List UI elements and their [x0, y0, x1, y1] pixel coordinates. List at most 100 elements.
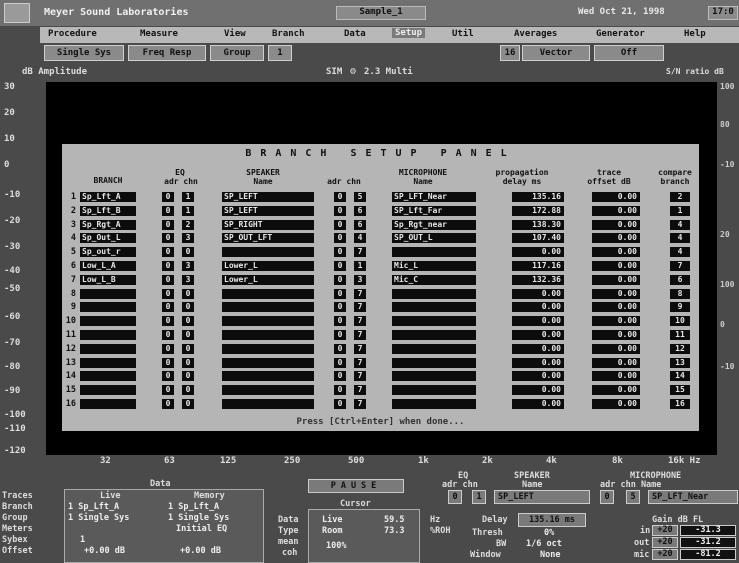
compare-cell[interactable]: 4: [670, 219, 690, 230]
eq-chn-cell[interactable]: 0: [182, 385, 194, 396]
delay-cell[interactable]: 0.00: [512, 357, 564, 368]
group-button[interactable]: Group: [210, 45, 264, 61]
mic-adr-cell[interactable]: 0: [334, 274, 346, 285]
menu-view[interactable]: View: [224, 29, 246, 39]
eq-adr-cell[interactable]: 0: [162, 233, 174, 244]
menu-averages[interactable]: Averages: [514, 29, 557, 39]
branch-name-cell[interactable]: Sp_Rgt_A: [80, 219, 136, 230]
branch-name-cell[interactable]: [80, 330, 136, 340]
eq-adr-cell[interactable]: 0: [162, 316, 174, 327]
vector-number[interactable]: 16: [500, 45, 520, 61]
mic-chn-cell[interactable]: 7: [354, 343, 366, 354]
delay-cell[interactable]: 0.00: [512, 343, 564, 354]
offset-cell[interactable]: 0.00: [592, 288, 640, 299]
mic-adr-cell[interactable]: 0: [334, 205, 346, 216]
eq-chn-cell[interactable]: 0: [182, 288, 194, 299]
speaker-name-cell[interactable]: [222, 357, 314, 368]
menu-branch[interactable]: Branch: [272, 29, 305, 39]
mic-name-cell[interactable]: [392, 371, 476, 382]
mic-name-cell[interactable]: [392, 302, 476, 313]
offset-cell[interactable]: 0.00: [592, 371, 640, 382]
delay-cell[interactable]: 0.00: [512, 288, 564, 299]
memory-offset[interactable]: +0.00 dB: [180, 546, 221, 556]
mic-name-cell[interactable]: SP_LFT_Near: [392, 192, 476, 202]
mic-chn[interactable]: 5: [626, 490, 640, 504]
mic-name-cell[interactable]: Mic_C: [392, 274, 476, 285]
offset-cell[interactable]: 0.00: [592, 219, 640, 230]
delay-cell[interactable]: 0.00: [512, 371, 564, 382]
mic-adr-cell[interactable]: 0: [334, 343, 346, 354]
eq-adr-cell[interactable]: 0: [162, 302, 174, 313]
delay-cell[interactable]: 0.00: [512, 302, 564, 313]
compare-cell[interactable]: 4: [670, 247, 690, 258]
eq-adr-cell[interactable]: 0: [162, 371, 174, 382]
memory-group[interactable]: 1 Single Sys: [168, 513, 229, 523]
eq-adr-cell[interactable]: 0: [162, 192, 174, 202]
eq-chn-cell[interactable]: 0: [182, 247, 194, 258]
delay-cell[interactable]: 117.16: [512, 261, 564, 271]
mic-chn-cell[interactable]: 7: [354, 371, 366, 382]
menu-measure[interactable]: Measure: [140, 29, 178, 39]
compare-cell[interactable]: 16: [670, 399, 690, 409]
mic-chn-cell[interactable]: 7: [354, 288, 366, 299]
offset-cell[interactable]: 0.00: [592, 192, 640, 202]
compare-cell[interactable]: 2: [670, 192, 690, 202]
offset-cell[interactable]: 0.00: [592, 316, 640, 327]
mic-name[interactable]: SP_LFT_Near: [648, 490, 738, 504]
mic-name-cell[interactable]: SP_OUT_L: [392, 233, 476, 244]
branch-name-cell[interactable]: Sp_out_r: [80, 247, 136, 258]
mic-chn-cell[interactable]: 1: [354, 261, 366, 271]
eq-adr-cell[interactable]: 0: [162, 261, 174, 271]
compare-cell[interactable]: 12: [670, 343, 690, 354]
mic-chn-cell[interactable]: 7: [354, 330, 366, 340]
offset-cell[interactable]: 0.00: [592, 399, 640, 409]
mic-adr-cell[interactable]: 0: [334, 247, 346, 258]
offset-cell[interactable]: 0.00: [592, 357, 640, 368]
menu-util[interactable]: Util: [452, 29, 474, 39]
delay-value[interactable]: 135.16 ms: [518, 513, 586, 527]
eq-chn-cell[interactable]: 0: [182, 302, 194, 313]
eq-adr[interactable]: 0: [448, 490, 462, 504]
eq-adr-cell[interactable]: 0: [162, 330, 174, 340]
mic-adr-cell[interactable]: 0: [334, 288, 346, 299]
mic-name-cell[interactable]: Mic_L: [392, 261, 476, 271]
eq-adr-cell[interactable]: 0: [162, 205, 174, 216]
eq-chn-cell[interactable]: 3: [182, 261, 194, 271]
eq-chn[interactable]: 1: [472, 490, 486, 504]
menu-help[interactable]: Help: [684, 29, 706, 39]
mic-name-cell[interactable]: [392, 343, 476, 354]
branch-name-cell[interactable]: Sp_Out_L: [80, 233, 136, 244]
mic-adr-cell[interactable]: 0: [334, 371, 346, 382]
offset-cell[interactable]: 0.00: [592, 233, 640, 244]
compare-cell[interactable]: 11: [670, 330, 690, 340]
speaker-name-cell[interactable]: [222, 343, 314, 354]
speaker-name-cell[interactable]: [222, 247, 314, 258]
speaker-name-cell[interactable]: Lower_L: [222, 274, 314, 285]
branch-name-cell[interactable]: [80, 371, 136, 382]
live-group[interactable]: 1 Single Sys: [68, 513, 129, 523]
delay-cell[interactable]: 0.00: [512, 399, 564, 409]
speaker-name[interactable]: SP_LEFT: [494, 490, 590, 504]
mic-chn-cell[interactable]: 7: [354, 247, 366, 258]
mic-name-cell[interactable]: Sp_Rgt_near: [392, 219, 476, 230]
speaker-name-cell[interactable]: [222, 385, 314, 396]
branch-name-cell[interactable]: [80, 316, 136, 327]
speaker-name-cell[interactable]: [222, 371, 314, 382]
eq-chn-cell[interactable]: 1: [182, 205, 194, 216]
mic-adr-cell[interactable]: 0: [334, 302, 346, 313]
mic-name-cell[interactable]: [392, 399, 476, 409]
delay-cell[interactable]: 0.00: [512, 385, 564, 396]
compare-cell[interactable]: 15: [670, 385, 690, 396]
mic-adr-cell[interactable]: 0: [334, 261, 346, 271]
gain-in-value[interactable]: +20: [652, 525, 678, 536]
mic-chn-cell[interactable]: 7: [354, 357, 366, 368]
speaker-name-cell[interactable]: SP_OUT_LFT: [222, 233, 314, 244]
mic-adr-cell[interactable]: 0: [334, 316, 346, 327]
live-branch[interactable]: 1 Sp_Lft_A: [68, 502, 119, 512]
speaker-name-cell[interactable]: [222, 399, 314, 409]
eq-chn-cell[interactable]: 3: [182, 274, 194, 285]
offset-cell[interactable]: 0.00: [592, 247, 640, 258]
compare-cell[interactable]: 1: [670, 205, 690, 216]
mic-chn-cell[interactable]: 7: [354, 302, 366, 313]
mic-adr-cell[interactable]: 0: [334, 192, 346, 202]
